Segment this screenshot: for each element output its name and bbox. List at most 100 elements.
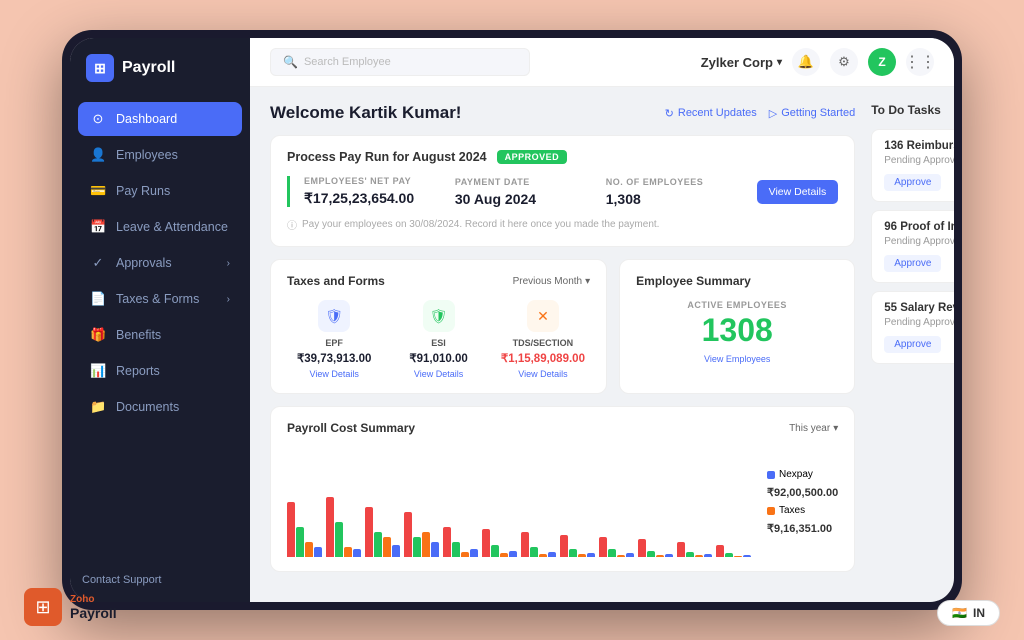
company-name-text: Zylker Corp [701, 55, 773, 70]
sidebar-item-label: Employees [116, 148, 178, 162]
sidebar-item-dashboard[interactable]: ⊙ Dashboard [78, 102, 242, 136]
refresh-icon: ↻ [665, 107, 674, 120]
documents-icon: 📁 [90, 399, 106, 415]
search-bar[interactable]: 🔍 Search Employee [270, 48, 530, 76]
sidebar-item-leave[interactable]: 📅 Leave & Attendance [78, 210, 242, 244]
sidebar-item-label: Dashboard [116, 112, 177, 126]
chart-bar [599, 537, 607, 557]
sidebar-item-label: Pay Runs [116, 184, 170, 198]
contact-support[interactable]: Contact Support [70, 574, 250, 586]
app-header: 🔍 Search Employee Zylker Corp ▾ 🔔 ⚙ Z ⋮⋮ [250, 38, 954, 87]
tds-link[interactable]: View Details [496, 369, 590, 379]
recent-updates-btn[interactable]: ↻ Recent Updates [665, 107, 757, 120]
epf-amount: ₹39,73,913.00 [287, 351, 381, 365]
taxes-dot [767, 507, 775, 515]
chart-bar-group [638, 539, 673, 557]
taxes-title: Taxes and Forms [287, 274, 385, 288]
bottom-logo: ⊞ Zoho Payroll [24, 588, 117, 626]
chart-bar [704, 554, 712, 557]
sidebar-item-reports[interactable]: 📊 Reports [78, 354, 242, 388]
chart-bar-group [521, 532, 556, 557]
chart-bar [374, 532, 382, 557]
chart-bar [569, 549, 577, 557]
cost-filter[interactable]: This year ▾ [789, 423, 838, 434]
grid-icon[interactable]: ⋮⋮ [906, 48, 934, 76]
recent-updates-label: Recent Updates [678, 107, 757, 119]
chart-bar [686, 552, 694, 557]
payrun-note: ⓘ Pay your employees on 30/08/2024. Reco… [287, 217, 838, 232]
tds-icon: ✕ [527, 300, 559, 332]
employee-count-value: 1,308 [606, 191, 757, 207]
chart-bar [287, 502, 295, 557]
sidebar-item-benefits[interactable]: 🎁 Benefits [78, 318, 242, 352]
chart-bar [548, 552, 556, 557]
notifications-icon[interactable]: 🔔 [792, 48, 820, 76]
view-details-button[interactable]: View Details [757, 180, 839, 204]
employees-icon: 👤 [90, 147, 106, 163]
play-icon: ▷ [769, 107, 777, 120]
esi-link[interactable]: View Details [391, 369, 485, 379]
epf-link[interactable]: View Details [287, 369, 381, 379]
chart-bar [647, 551, 655, 557]
country-badge: 🇮🇳 IN [937, 600, 1000, 626]
sidebar-item-taxes[interactable]: 📄 Taxes & Forms › [78, 282, 242, 316]
approve-salary-btn[interactable]: Approve [884, 336, 941, 353]
chart-bar [578, 554, 586, 557]
todo-item-investment: 96 Proof of Investment(s) Pending Approv… [871, 210, 954, 283]
sidebar-item-documents[interactable]: 📁 Documents [78, 390, 242, 424]
sidebar-item-label: Approvals [116, 256, 172, 270]
chart-bar [422, 532, 430, 557]
payrun-header: Process Pay Run for August 2024 APPROVED [287, 150, 838, 164]
cost-title: Payroll Cost Summary [287, 421, 415, 435]
active-employees-label: ACTIVE EMPLOYEES [636, 300, 838, 310]
leave-icon: 📅 [90, 219, 106, 235]
chart-bar [413, 537, 421, 557]
investment-count: 96 Proof of Investment(s) [884, 221, 954, 233]
chart-bar [296, 527, 304, 557]
chart-bar [353, 549, 361, 557]
sidebar-item-approvals[interactable]: ✓ Approvals › [78, 246, 242, 280]
approve-investment-btn[interactable]: Approve [884, 255, 941, 272]
tax-tds: ✕ TDS/SECTION ₹1,15,89,089.00 View Detai… [496, 300, 590, 379]
chevron-down-icon: ▾ [585, 276, 590, 287]
payment-date-value: 30 Aug 2024 [455, 191, 606, 207]
device-screen: ⊞ Payroll ⊙ Dashboard 👤 Employees 💳 Pay … [70, 38, 954, 602]
todo-item-reimbursement: 136 Reimbursement Claim(s) Pending Appro… [871, 129, 954, 202]
chart-bar [365, 507, 373, 557]
legend-taxes-label: Taxes [779, 505, 805, 516]
chart-bar-group [326, 497, 361, 557]
main-content: 🔍 Search Employee Zylker Corp ▾ 🔔 ⚙ Z ⋮⋮ [250, 38, 954, 602]
reimbursement-count: 136 Reimbursement Claim(s) [884, 140, 954, 152]
app-logo: ⊞ Payroll [70, 54, 250, 102]
legend-nexpay-label: Nexpay [779, 469, 813, 480]
payrun-title: Process Pay Run for August 2024 [287, 150, 487, 164]
employee-count-label: NO. OF EMPLOYEES [606, 177, 757, 187]
chart-bar [335, 522, 343, 557]
view-employees-link[interactable]: View Employees [636, 354, 838, 364]
avatar[interactable]: Z [868, 48, 896, 76]
chevron-down-icon: ▾ [777, 57, 782, 68]
zoho-logo-icon: ⊞ [24, 588, 62, 626]
chart-bar [509, 551, 517, 557]
app-name: Payroll [122, 59, 175, 77]
employee-summary-card: Employee Summary ACTIVE EMPLOYEES 1308 V… [619, 259, 855, 394]
chart-bar-group [365, 507, 400, 557]
header-right: Zylker Corp ▾ 🔔 ⚙ Z ⋮⋮ [701, 48, 934, 76]
chart-values: Nexpay ₹92,00,500.00 Taxes ₹9,16,351.00 [767, 447, 838, 557]
chart-bar [305, 542, 313, 557]
getting-started-btn[interactable]: ▷ Getting Started [769, 107, 855, 120]
sidebar-item-payruns[interactable]: 💳 Pay Runs [78, 174, 242, 208]
taxes-grid: 🛡 EPF ₹39,73,913.00 View Details 🛡 ESI ₹… [287, 300, 590, 379]
chart-bar-group [443, 527, 478, 557]
chevron-right-icon: › [227, 258, 230, 269]
chart-bar [431, 542, 439, 557]
chart-bar [665, 554, 673, 557]
chevron-down-icon: ▾ [833, 423, 838, 434]
search-icon: 🔍 [283, 55, 298, 69]
chart-bar [314, 547, 322, 557]
sidebar-item-employees[interactable]: 👤 Employees [78, 138, 242, 172]
taxes-filter[interactable]: Previous Month ▾ [513, 276, 591, 287]
approve-reimbursement-btn[interactable]: Approve [884, 174, 941, 191]
settings-icon[interactable]: ⚙ [830, 48, 858, 76]
company-selector[interactable]: Zylker Corp ▾ [701, 55, 782, 70]
